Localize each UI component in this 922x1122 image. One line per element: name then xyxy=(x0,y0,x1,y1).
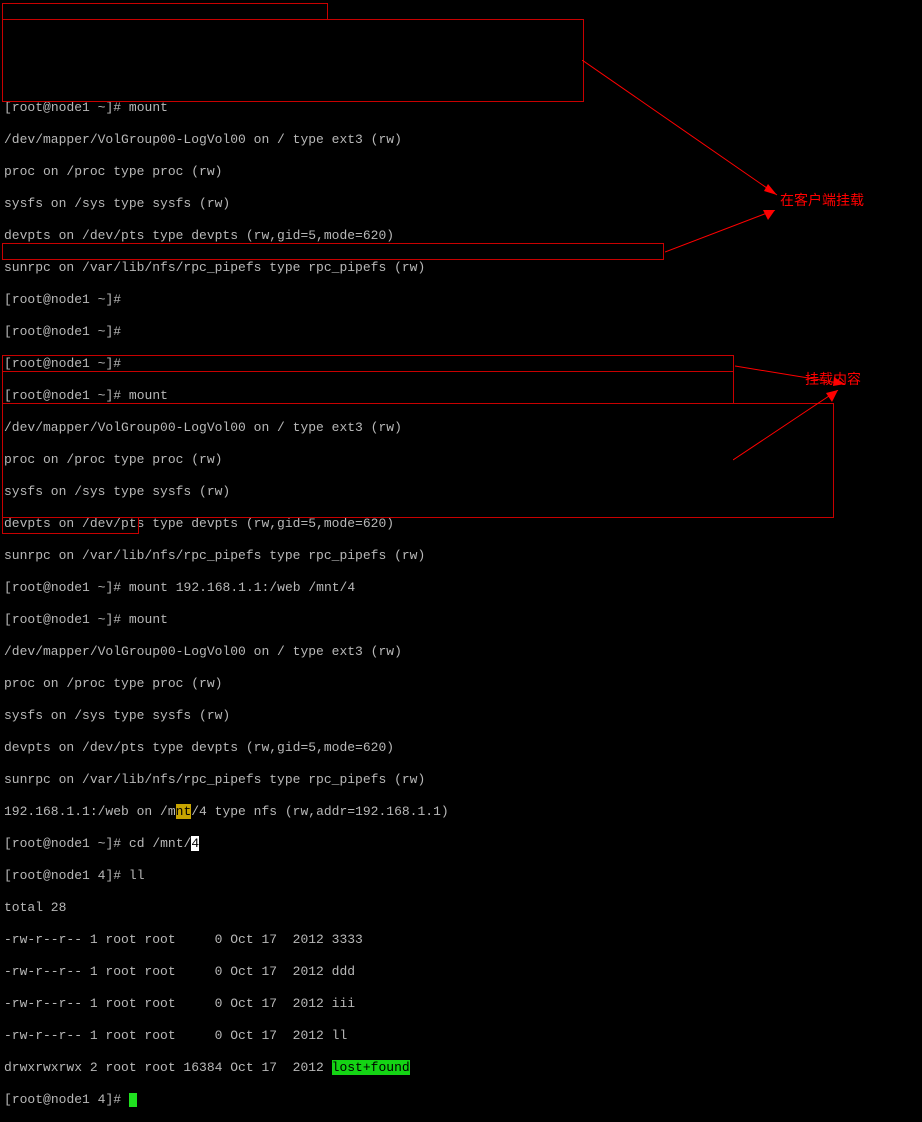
prompt-line[interactable]: [root@node1 ~]# mount 192.168.1.1:/web /… xyxy=(4,580,918,596)
prompt-line-cursor[interactable]: [root@node1 4]# xyxy=(4,1092,918,1108)
prompt-line[interactable]: [root@node1 ~]# cd /mnt/4 xyxy=(4,836,918,852)
prompt-line[interactable]: [root@node1 4]# ll xyxy=(4,868,918,884)
output-line: devpts on /dev/pts type devpts (rw,gid=5… xyxy=(4,228,918,244)
prompt-line[interactable]: [root@node1 ~]# mount xyxy=(4,100,918,116)
output-line: sunrpc on /var/lib/nfs/rpc_pipefs type r… xyxy=(4,548,918,564)
output-line: -rw-r--r-- 1 root root 0 Oct 17 2012 ddd xyxy=(4,964,918,980)
output-line: sysfs on /sys type sysfs (rw) xyxy=(4,708,918,724)
terminal-output: [root@node1 ~]# mount /dev/mapper/VolGro… xyxy=(4,84,918,1122)
box-nfs-line xyxy=(2,355,734,372)
output-line: proc on /proc type proc (rw) xyxy=(4,676,918,692)
annotation-client-mount: 在客户端挂载 xyxy=(780,192,864,208)
highlight-nt: nt xyxy=(176,804,192,819)
box-mount-nfs xyxy=(2,243,664,260)
cursor-cd: 4 xyxy=(191,836,199,851)
annotation-mount-content: 挂载内容 xyxy=(805,371,861,387)
cursor-block xyxy=(129,1093,137,1107)
prompt-line[interactable]: [root@node1 ~]# mount xyxy=(4,612,918,628)
output-line: /dev/mapper/VolGroup00-LogVol00 on / typ… xyxy=(4,644,918,660)
output-line: devpts on /dev/pts type devpts (rw,gid=5… xyxy=(4,516,918,532)
output-line: /dev/mapper/VolGroup00-LogVol00 on / typ… xyxy=(4,132,918,148)
output-line: total 28 xyxy=(4,900,918,916)
output-line: sunrpc on /var/lib/nfs/rpc_pipefs type r… xyxy=(4,772,918,788)
output-line: sunrpc on /var/lib/nfs/rpc_pipefs type r… xyxy=(4,260,918,276)
output-line: -rw-r--r-- 1 root root 0 Oct 17 2012 333… xyxy=(4,932,918,948)
prompt-line[interactable]: [root@node1 ~]# xyxy=(4,324,918,340)
output-line: -rw-r--r-- 1 root root 0 Oct 17 2012 iii xyxy=(4,996,918,1012)
box-mount-output-1 xyxy=(2,19,584,102)
box-mount-cmd-1 xyxy=(2,3,328,20)
box-cd-mnt4 xyxy=(2,371,734,404)
box-ll-block xyxy=(2,403,834,518)
output-line-nfs: 192.168.1.1:/web on /mnt/4 type nfs (rw,… xyxy=(4,804,918,820)
box-last-prompt xyxy=(2,517,139,534)
output-line: devpts on /dev/pts type devpts (rw,gid=5… xyxy=(4,740,918,756)
highlight-lostfound: lost+found xyxy=(332,1060,410,1075)
output-line: -rw-r--r-- 1 root root 0 Oct 17 2012 ll xyxy=(4,1028,918,1044)
prompt-line[interactable]: [root@node1 ~]# xyxy=(4,292,918,308)
output-line: drwxrwxrwx 2 root root 16384 Oct 17 2012… xyxy=(4,1060,918,1076)
output-line: proc on /proc type proc (rw) xyxy=(4,164,918,180)
